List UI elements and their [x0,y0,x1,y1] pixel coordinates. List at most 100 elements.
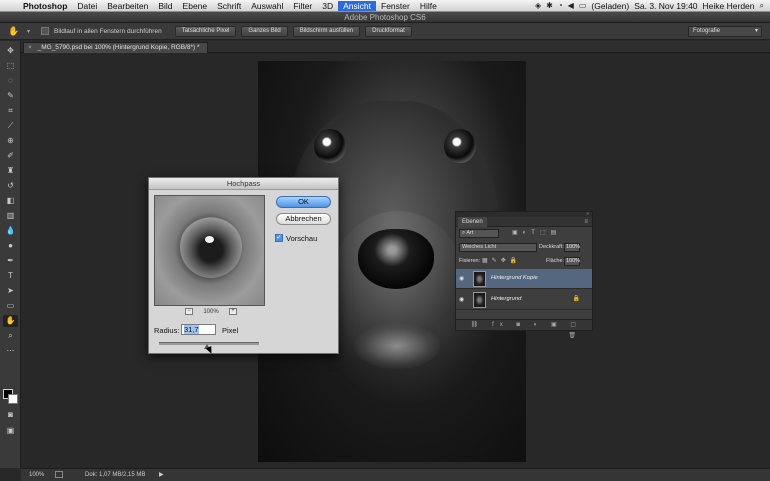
tab-layers[interactable]: Ebenen [458,217,487,227]
layer-name: Hintergrund [491,296,522,302]
healing-icon[interactable]: ⊕ [3,135,18,147]
chevron-down-icon[interactable]: ▾ [27,28,30,35]
pen-icon[interactable]: ✒ [3,255,18,267]
rotate-view-icon[interactable]: ⋯ [3,345,18,357]
layer-row[interactable]: ◉ Hintergrund Kopie [456,269,592,289]
cancel-button[interactable]: Abbrechen [276,213,331,225]
path-select-icon[interactable]: ➤ [3,285,18,297]
menubar-status-area: ◈ ✱ ◔ ◀ ▭ (Geladen) Sa. 3. Nov 19:40 Hei… [535,1,770,11]
dialog-title[interactable]: Hochpass [149,178,338,190]
bluetooth-icon[interactable]: ✱ [546,1,553,10]
document-tab-bar: × _MG_5790.psd bei 100% (Hintergrund Kop… [21,41,770,53]
menu-fenster[interactable]: Fenster [376,1,415,11]
chevron-right-icon[interactable]: ▶ [159,471,164,478]
gradient-icon[interactable]: ▥ [3,210,18,222]
zoom-icon[interactable]: ⌕ [3,330,18,342]
preview-checkbox-label: Vorschau [286,234,318,243]
dog-eye-right [444,129,476,163]
macos-menubar: Photoshop Datei Bearbeiten Bild Ebene Sc… [0,0,770,12]
quick-mask-icon[interactable]: ◙ [3,409,18,421]
eye-icon[interactable]: ◉ [459,275,464,282]
background-color-swatch[interactable] [8,394,18,404]
brush-icon[interactable]: ✐ [3,150,18,162]
preview-highlight [205,236,214,243]
layer-filter-kind: Art [466,230,474,236]
dodge-icon[interactable]: ● [3,240,18,252]
crop-icon[interactable]: ⌗ [3,105,18,117]
quick-select-icon[interactable]: ✎ [3,90,18,102]
lock-row: Fixieren: ▦✎✥🔒 Fläche: 100% [456,255,592,269]
hand-tool-preset-icon[interactable]: ✋ [6,25,22,38]
lock-icons[interactable]: ▦✎✥🔒 [482,257,521,264]
layer-thumbnail [473,271,486,287]
battery-status: (Geladen) [591,0,630,11]
layer-filter-select[interactable]: ⌕ Art [459,229,499,238]
print-size-button[interactable]: Druckformat [365,25,412,37]
preview-checkbox[interactable]: ✓ [275,234,283,242]
lock-icon: 🔒 [572,296,580,302]
radius-input[interactable]: 31,7 [181,324,216,335]
menubar-clock[interactable]: Sa. 3. Nov 19:40 [634,1,697,11]
menu-photoshop[interactable]: Photoshop [18,1,72,11]
battery-icon[interactable]: ▭ [579,1,587,10]
workspace-select[interactable]: Fotografie ▾ [688,26,762,37]
wifi-icon[interactable]: ◔ [558,1,563,10]
app-title-bar: Adobe Photoshop CS6 [0,12,770,23]
eye-icon[interactable]: ◉ [459,296,464,303]
status-export-icon[interactable] [55,471,63,478]
filter-preview[interactable] [154,195,265,306]
history-brush-icon[interactable]: ↺ [3,180,18,192]
type-icon[interactable]: T [3,270,18,282]
layers-panel-footer[interactable]: ⛓ fx ◙ ◐ ▣ ▢ 🗑 [456,319,592,339]
screen-mode-icon[interactable]: ▣ [3,425,18,437]
scroll-all-windows-checkbox[interactable] [41,27,50,35]
eraser-icon[interactable]: ◧ [3,195,18,207]
menubar-user[interactable]: Heike Herden [703,1,755,11]
workspace-value: Fotografie [693,28,721,34]
close-icon[interactable]: × [28,44,32,51]
document-tab[interactable]: × _MG_5790.psd bei 100% (Hintergrund Kop… [23,42,209,53]
menu-filter[interactable]: Filter [288,1,317,11]
fit-screen-button[interactable]: Ganzes Bild [241,25,288,37]
menu-ebene[interactable]: Ebene [178,1,213,11]
layer-filter-icons[interactable]: ▣◐T⬚▤ [512,229,561,236]
dropbox-icon[interactable]: ◈ [535,1,541,10]
stamp-icon[interactable]: ♜ [3,165,18,177]
menu-auswahl[interactable]: Auswahl [246,1,288,11]
spotlight-icon[interactable]: ⌕ [760,1,764,11]
dog-chin [354,323,440,369]
menu-3d[interactable]: 3D [317,1,338,11]
marquee-icon[interactable]: ⬚ [3,60,18,72]
fill-screen-button[interactable]: Bildschirm ausfüllen [292,25,361,37]
zoom-out-button[interactable]: − [185,308,193,315]
layer-row[interactable]: ◉ Hintergrund 🔒 [456,290,592,310]
hand-icon[interactable]: ✋ [3,315,18,327]
layer-thumbnail [473,292,486,308]
menu-ansicht[interactable]: Ansicht [338,0,377,11]
volume-icon[interactable]: ◀ [568,1,574,10]
blur-icon[interactable]: 💧 [3,225,18,237]
preview-zoom-level: 100% [203,308,219,315]
panel-menu-icon[interactable]: ≡ [584,217,588,227]
fill-input[interactable]: 100% [564,257,580,266]
rectangle-icon[interactable]: ▭ [3,300,18,312]
blend-mode-select[interactable]: Weiches Licht [459,243,537,252]
eyedropper-icon[interactable]: ⟋ [3,120,18,132]
ok-button[interactable]: OK [276,196,331,208]
menu-hilfe[interactable]: Hilfe [415,1,442,11]
options-bar: ✋ ▾ Bildlauf in allen Fenstern durchführ… [0,23,770,40]
dog-nose [358,229,434,289]
lasso-icon[interactable]: ◌ [3,75,18,87]
menu-bearbeiten[interactable]: Bearbeiten [102,1,153,11]
tools-panel: ✥ ⬚ ◌ ✎ ⌗ ⟋ ⊕ ✐ ♜ ↺ ◧ ▥ 💧 ● ✒ T ➤ ▭ ✋ ⌕ … [0,41,21,468]
status-zoom[interactable]: 100% [29,472,44,478]
opacity-input[interactable]: 100% [564,243,580,252]
menu-schrift[interactable]: Schrift [212,1,246,11]
highpass-dialog: Hochpass − 100% + OK Abbrechen ✓ Vorscha… [148,177,339,355]
zoom-in-button[interactable]: + [228,308,237,315]
menu-bild[interactable]: Bild [153,1,177,11]
actual-pixels-button[interactable]: Tatsächliche Pixel [174,25,237,37]
move-icon[interactable]: ✥ [3,45,18,57]
menu-datei[interactable]: Datei [72,1,102,11]
chevron-down-icon: ▾ [754,28,758,34]
